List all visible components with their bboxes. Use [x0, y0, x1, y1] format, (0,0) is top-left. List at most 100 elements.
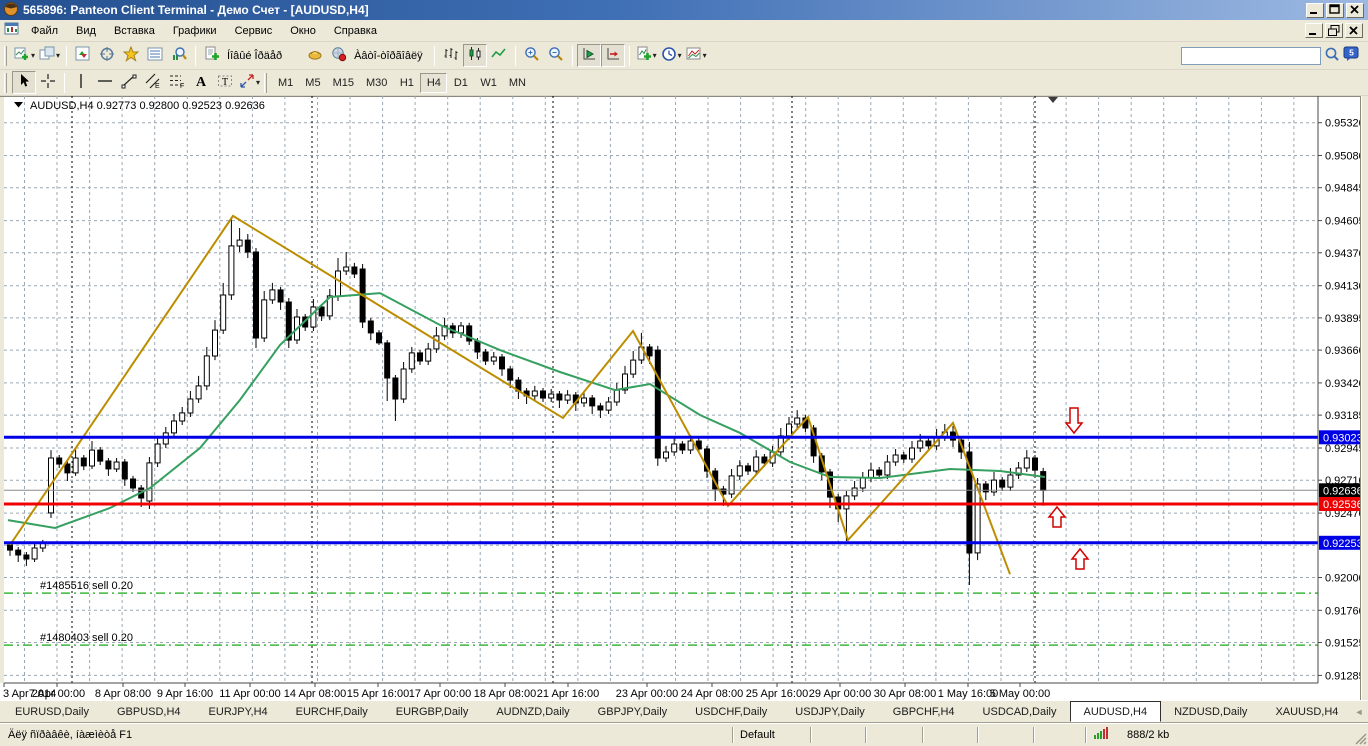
timeframe-d1[interactable]: D1: [447, 73, 474, 93]
document-restore-button[interactable]: [1325, 23, 1343, 38]
menu-item-insert[interactable]: Вставка: [105, 22, 164, 40]
templates-button[interactable]: ▾: [684, 44, 709, 67]
navigator-button[interactable]: [119, 44, 143, 67]
toolbar-grip[interactable]: [264, 72, 268, 93]
auto-scroll-button[interactable]: [576, 44, 601, 67]
toolbar-gap: [289, 55, 303, 56]
autotrade-icon: [331, 46, 347, 65]
search-input[interactable]: [1181, 46, 1321, 65]
tab-nzdusd-daily[interactable]: NZDUSD,Daily: [1161, 703, 1260, 722]
svg-text:0.92636: 0.92636: [1323, 485, 1363, 497]
svg-text:24 Apr 08:00: 24 Apr 08:00: [681, 688, 743, 700]
text-label-button[interactable]: T: [213, 71, 237, 94]
tester-icon: [171, 46, 187, 65]
toolbar-separator: [64, 72, 65, 93]
tab-eurusd-daily[interactable]: EURUSD,Daily: [2, 703, 102, 722]
shift-icon: [605, 46, 621, 65]
toolbar-grip[interactable]: [4, 72, 7, 93]
tab-usdcad-daily[interactable]: USDCAD,Daily: [970, 703, 1070, 722]
tab-audusd-h4[interactable]: AUDUSD,H4: [1069, 701, 1162, 722]
timeframe-m30[interactable]: M30: [360, 73, 393, 93]
menu-item-charts[interactable]: Графики: [164, 22, 226, 40]
strategy-tester-button[interactable]: [167, 44, 191, 67]
indicators-button[interactable]: ▾: [634, 44, 659, 67]
price-chart[interactable]: #1485516 sell 0.20 #1480403 sell 0.20 0.95…: [0, 96, 1368, 700]
vertical-line-button[interactable]: [69, 71, 93, 94]
expert-advisors-button[interactable]: [303, 44, 327, 67]
periods-button[interactable]: ▾: [659, 44, 684, 67]
chart-shift-button[interactable]: [600, 44, 625, 67]
line-chart-button[interactable]: [487, 44, 511, 67]
tab-audnzd-daily[interactable]: AUDNZD,Daily: [483, 703, 582, 722]
timeframe-m1[interactable]: M1: [272, 73, 299, 93]
menu-item-file[interactable]: Файл: [22, 22, 67, 40]
new-order-button[interactable]: [200, 44, 224, 67]
tab-gbpjpy-daily[interactable]: GBPJPY,Daily: [585, 703, 681, 722]
order-label: #1480403 sell 0.20: [40, 632, 133, 644]
timeframe-m5[interactable]: M5: [299, 73, 326, 93]
svg-text:14 Apr 08:00: 14 Apr 08:00: [284, 688, 346, 700]
timeframe-h4[interactable]: H4: [420, 72, 448, 93]
maximize-button[interactable]: [1326, 2, 1344, 18]
equidistant-channel-button[interactable]: E: [141, 71, 165, 94]
trendline-button[interactable]: [117, 71, 141, 94]
tab-eurjpy-h4[interactable]: EURJPY,H4: [196, 703, 281, 722]
crosshair-button[interactable]: [36, 71, 60, 94]
timeframe-h1[interactable]: H1: [393, 73, 420, 93]
status-connection: 888/2 kb: [1087, 726, 1366, 744]
svg-text:0.91760: 0.91760: [1325, 605, 1365, 617]
hline-icon: [97, 73, 113, 92]
community-badge[interactable]: 5: [1343, 46, 1360, 65]
new-chart-button[interactable]: ▾: [12, 44, 37, 67]
arrows-button[interactable]: ▾: [237, 71, 262, 94]
drawing-toolbar: E F A T ▾ M1 M5 M15 M30 H1 H4 D1 W1 MN: [0, 70, 1368, 96]
candle-chart-button[interactable]: [462, 44, 487, 67]
auto-trading-button[interactable]: [327, 44, 351, 67]
tab-gbpusd-h4[interactable]: GBPUSD,H4: [104, 703, 194, 722]
svg-text:25 Apr 16:00: 25 Apr 16:00: [746, 688, 808, 700]
horizontal-line-button[interactable]: [93, 71, 117, 94]
dropdown-caret-icon: ▾: [677, 50, 682, 60]
tab-scroll-left-icon[interactable]: ◄: [1351, 705, 1366, 720]
terminal-button[interactable]: [143, 44, 167, 67]
resize-grip[interactable]: [1353, 731, 1367, 745]
svg-text:0.94605: 0.94605: [1325, 216, 1365, 228]
minimize-button[interactable]: [1306, 2, 1324, 18]
title-bar: 565896: Panteon Client Terminal - Демо С…: [0, 0, 1368, 20]
tab-usdjpy-daily[interactable]: USDJPY,Daily: [782, 703, 878, 722]
text-button[interactable]: A: [189, 71, 213, 94]
zoom-out-button[interactable]: [544, 44, 568, 67]
toolbar-separator: [571, 45, 573, 66]
bar-chart-button[interactable]: [439, 44, 463, 67]
dropdown-caret-icon: ▾: [56, 50, 61, 60]
timeframe-mn[interactable]: MN: [503, 73, 532, 93]
toolbar-separator: [195, 45, 197, 66]
profiles-button[interactable]: ▾: [37, 44, 62, 67]
document-close-button[interactable]: [1345, 23, 1363, 38]
tab-eurchf-daily[interactable]: EURCHF,Daily: [283, 703, 381, 722]
tab-xauusd-h4[interactable]: XAUUSD,H4: [1262, 703, 1351, 722]
close-button[interactable]: [1346, 2, 1364, 18]
svg-text:30 Apr 08:00: 30 Apr 08:00: [874, 688, 936, 700]
fibonacci-button[interactable]: F: [165, 71, 189, 94]
document-minimize-button[interactable]: [1305, 23, 1323, 38]
toolbar-separator: [66, 45, 68, 66]
menu-item-service[interactable]: Сервис: [226, 22, 282, 40]
menu-item-view[interactable]: Вид: [67, 22, 105, 40]
menu-item-window[interactable]: Окно: [281, 22, 325, 40]
timeframe-m15[interactable]: M15: [327, 73, 360, 93]
search-icon[interactable]: [1324, 46, 1340, 65]
toolbar-grip[interactable]: [4, 45, 7, 66]
market-watch-button[interactable]: [71, 44, 95, 67]
zoom-in-button[interactable]: [520, 44, 544, 67]
cursor-button[interactable]: [12, 71, 36, 94]
templates-icon: [686, 46, 702, 65]
tab-eurgbp-daily[interactable]: EURGBP,Daily: [383, 703, 482, 722]
tab-gbpchf-h4[interactable]: GBPCHF,H4: [880, 703, 968, 722]
tab-usdchf-daily[interactable]: USDCHF,Daily: [682, 703, 780, 722]
autoscroll-icon: [581, 46, 597, 65]
timeframe-w1[interactable]: W1: [474, 73, 503, 93]
data-window-button[interactable]: [95, 44, 119, 67]
menu-item-help[interactable]: Справка: [325, 22, 386, 40]
svg-text:29 Apr 00:00: 29 Apr 00:00: [809, 688, 871, 700]
